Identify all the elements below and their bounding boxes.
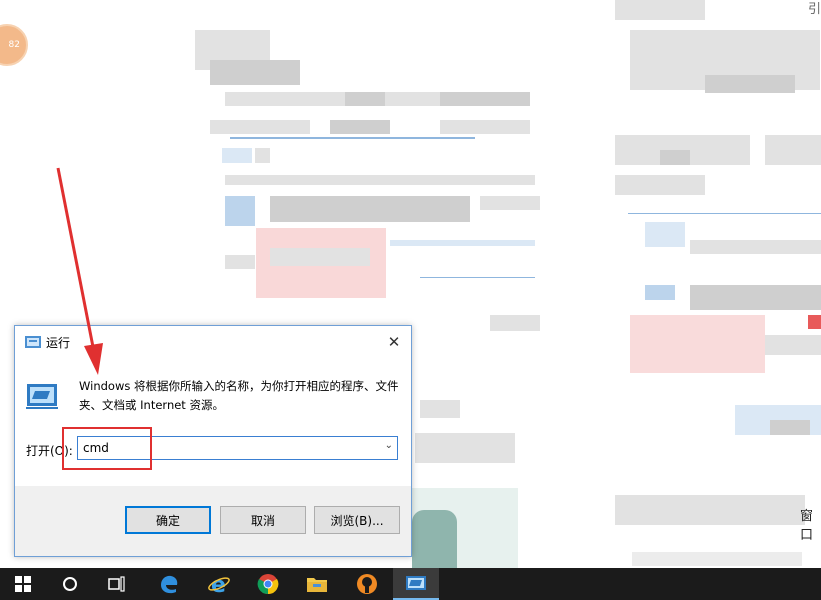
background-fragment-text: 窗口 <box>800 509 814 543</box>
task-view-icon <box>108 576 125 592</box>
browse-button[interactable]: 浏览(B)... <box>314 506 400 534</box>
cancel-button[interactable]: 取消 <box>220 506 306 534</box>
edge-icon <box>161 575 178 594</box>
ie-button[interactable]: e <box>196 568 242 600</box>
app-button[interactable] <box>344 568 390 600</box>
ok-button[interactable]: 确定 <box>125 506 211 534</box>
dialog-footer: 确定 取消 浏览(B)... <box>15 486 411 556</box>
dialog-description: Windows 将根据你所输入的名称，为你打开相应的程序、文件夹、文档或 Int… <box>79 379 399 412</box>
start-button[interactable] <box>0 568 46 600</box>
run-taskbar-button[interactable] <box>393 568 439 600</box>
run-icon <box>24 335 42 349</box>
dialog-titlebar[interactable]: 运行 ✕ <box>15 326 411 357</box>
windows-start-icon <box>15 576 31 592</box>
svg-text:e: e <box>211 573 226 595</box>
avatar: 82 <box>0 24 28 66</box>
internet-explorer-icon: e <box>208 573 230 595</box>
file-explorer-icon <box>307 578 327 592</box>
chrome-button[interactable] <box>245 568 291 600</box>
file-explorer-button[interactable] <box>294 568 340 600</box>
chevron-down-icon[interactable]: ⌄ <box>385 440 393 451</box>
app-icon <box>357 574 377 594</box>
run-icon <box>406 576 426 590</box>
background-corner-text: 引 <box>808 2 821 17</box>
task-view-button[interactable] <box>94 568 140 600</box>
cortana-icon <box>63 577 77 591</box>
run-program-icon <box>26 382 60 410</box>
cortana-button[interactable] <box>47 568 93 600</box>
highlight-box <box>62 427 152 470</box>
close-icon[interactable]: ✕ <box>377 326 411 357</box>
taskbar: e <box>0 568 821 600</box>
dialog-title: 运行 <box>46 336 71 350</box>
chrome-icon <box>257 574 279 595</box>
edge-button[interactable] <box>146 568 192 600</box>
